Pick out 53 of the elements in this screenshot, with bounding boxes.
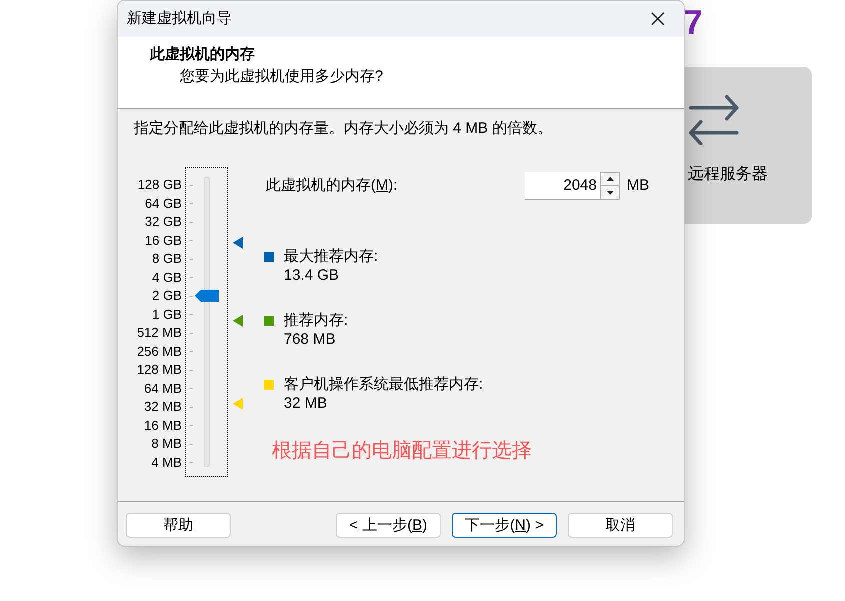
close-icon <box>651 12 665 26</box>
dialog-button[interactable]: 下一步(N) > <box>452 513 557 538</box>
page-title: 此虚拟机的内存 <box>150 45 256 65</box>
slider-thumb[interactable] <box>195 290 219 302</box>
tick-label: 256 MB <box>136 342 182 360</box>
tick-mark <box>190 332 193 334</box>
tick-label: 16 MB <box>143 416 182 434</box>
memory-label: 此虚拟机的内存(M): <box>265 176 399 196</box>
description-text: 指定分配给此虚拟机的内存量。内存大小必须为 4 MB 的倍数。 <box>134 120 554 138</box>
tick-mark <box>190 222 193 223</box>
tick-label: 16 GB <box>144 232 182 250</box>
annotation-text: 根据自己的电脑配置进行选择 <box>272 439 533 463</box>
unit-label: MB <box>627 176 650 196</box>
dialog-button[interactable]: 取消 <box>568 513 673 538</box>
tick-label: 128 GB <box>136 176 182 194</box>
window-title: 新建虚拟机向导 <box>127 9 232 29</box>
tick-label: 2 GB <box>151 287 182 305</box>
up-triangle-icon <box>606 177 614 181</box>
legend-label: 客户机操作系统最低推荐内存: <box>284 375 484 394</box>
down-triangle-icon <box>606 190 614 194</box>
tick-label: 128 MB <box>136 361 182 379</box>
action-card[interactable]: 远程服务器 <box>685 67 812 224</box>
memory-input[interactable]: 2048 <box>525 172 600 200</box>
card-label: 远程服务器 <box>688 165 768 185</box>
legend-label: 推荐内存: <box>284 311 348 330</box>
memory-slider[interactable] <box>185 167 243 477</box>
tick-label: 32 GB <box>144 213 182 231</box>
swap-arrows-icon <box>688 95 740 145</box>
legend-value: 768 MB <box>284 330 337 349</box>
tick-mark <box>190 406 193 408</box>
tick-label: 64 GB <box>144 194 182 212</box>
legend-value: 32 MB <box>284 394 328 413</box>
tick-label: 64 MB <box>143 380 182 398</box>
legend-value: 13.4 GB <box>284 266 340 285</box>
tick-mark <box>190 296 193 297</box>
tick-mark <box>190 444 193 445</box>
tick-mark <box>190 370 193 371</box>
dialog-button[interactable]: 帮助 <box>126 513 231 538</box>
tick-label: 8 GB <box>151 250 182 268</box>
tick-label: 8 MB <box>150 435 182 453</box>
heading-fragment: 7 <box>684 3 703 43</box>
spin-up-button[interactable] <box>600 172 620 186</box>
page-subtitle: 您要为此虚拟机使用多少内存? <box>180 67 384 87</box>
tick-label: 32 MB <box>143 398 182 416</box>
tick-mark <box>190 258 193 260</box>
tick-label: 4 MB <box>150 454 182 472</box>
spin-down-button[interactable] <box>600 186 620 200</box>
legend-label: 最大推荐内存: <box>284 247 378 266</box>
tick-mark <box>190 184 193 186</box>
tick-label: 1 GB <box>151 306 182 324</box>
tick-label: 512 MB <box>136 324 182 342</box>
tick-label: 4 GB <box>151 268 182 286</box>
dialog-button[interactable]: < 上一步(B) <box>336 513 441 538</box>
